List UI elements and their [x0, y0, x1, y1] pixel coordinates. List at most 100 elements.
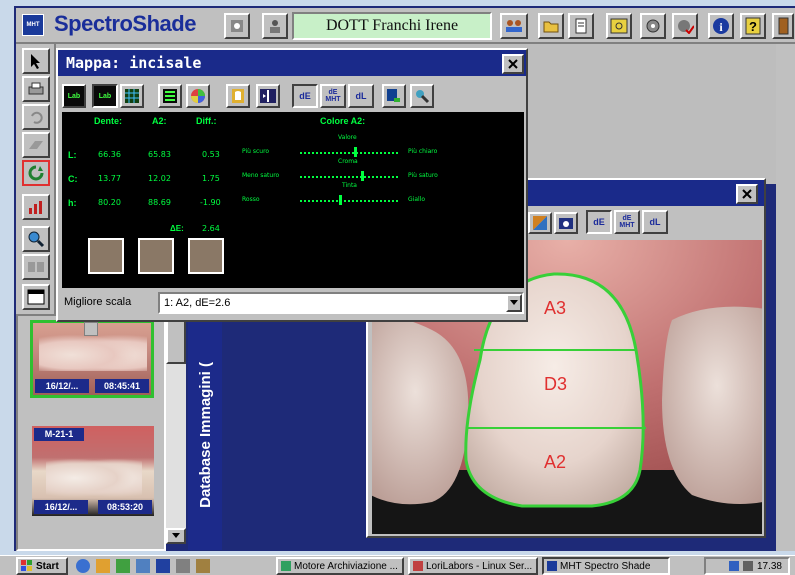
- network-icon[interactable]: [728, 561, 739, 571]
- doctor-name-field: DOTT Franchi Irene: [292, 12, 492, 40]
- chart-icon: [29, 201, 42, 214]
- document-icon: [575, 18, 587, 34]
- lab-button-2[interactable]: Lab: [92, 84, 118, 108]
- mappa-titlebar: Mappa: incisale: [58, 50, 526, 76]
- print-tool[interactable]: [22, 76, 50, 102]
- export-icon: [387, 89, 400, 102]
- scan-settings-button[interactable]: [640, 13, 666, 39]
- help-button[interactable]: ?: [740, 13, 766, 39]
- desktop-icon[interactable]: [116, 559, 130, 573]
- info-button[interactable]: i: [708, 13, 734, 39]
- clock[interactable]: 17.38: [757, 561, 782, 572]
- app-icon: [413, 561, 423, 571]
- tooth-toolbar-dl-button[interactable]: dL: [642, 210, 668, 234]
- exit-button[interactable]: [772, 13, 794, 39]
- mappa-window: Mappa: incisale Lab Lab dE dE MHT dL Den…: [56, 48, 528, 322]
- task-motore[interactable]: Motore Archiviazione ...: [276, 557, 404, 575]
- doctor-icon: [270, 20, 280, 33]
- scroll-down-button[interactable]: [166, 528, 186, 544]
- task-spectroshade[interactable]: MHT Spectro Shade: [542, 557, 670, 575]
- app-title: SpectroShade: [54, 11, 196, 36]
- mappa-data-panel: Dente: A2: Diff.: Colore A2: L: 66.36 65…: [62, 112, 524, 288]
- compare-tool[interactable]: [22, 254, 50, 280]
- svg-text:?: ?: [749, 19, 757, 34]
- best-scale-select[interactable]: 1: A2, dE=2.6: [158, 292, 524, 314]
- tooth-toolbar-photo-button[interactable]: [554, 212, 578, 234]
- eraser-tool[interactable]: [22, 132, 50, 158]
- magnifier-tool[interactable]: [22, 226, 50, 252]
- undo-icon: [31, 111, 43, 124]
- de-mht-button[interactable]: dE MHT: [320, 84, 346, 108]
- export-button[interactable]: [382, 84, 406, 108]
- volume-icon[interactable]: [742, 561, 753, 571]
- task-lorilabors[interactable]: LoriLabors - Linux Ser...: [408, 557, 538, 575]
- tooth-toolbar-color-button[interactable]: [528, 212, 552, 234]
- color-wheel-icon: [191, 89, 205, 103]
- best-scale-dropdown-button[interactable]: [506, 294, 522, 312]
- thumbnail-scrollbar[interactable]: [166, 320, 186, 544]
- document-button[interactable]: [568, 13, 594, 39]
- collapse-tab[interactable]: [84, 322, 98, 336]
- row-c-marker: [360, 171, 364, 181]
- doctor-button[interactable]: [262, 13, 288, 39]
- patient-scan-button[interactable]: [224, 13, 250, 39]
- open-folder-button[interactable]: [538, 13, 564, 39]
- swatch-a2: [138, 238, 174, 274]
- row-l-diff: 0.53: [202, 150, 220, 159]
- pointer-tool[interactable]: [22, 48, 50, 74]
- dl-button[interactable]: dL: [348, 84, 374, 108]
- list-button[interactable]: [158, 84, 182, 108]
- thumbnail-time: 08:45:41: [95, 379, 149, 393]
- row-l-a2: 65.83: [148, 150, 171, 159]
- folder-icon: [543, 21, 559, 33]
- quick-launch: [76, 558, 266, 574]
- split-view-icon: [260, 89, 276, 103]
- browser-icon[interactable]: [76, 559, 90, 573]
- scroll-thumb[interactable]: [166, 320, 186, 364]
- row-l-left-label: Più scuro: [242, 148, 270, 155]
- people-button[interactable]: [500, 13, 528, 39]
- start-button[interactable]: Start: [16, 557, 68, 575]
- row-l-dente: 66.36: [98, 150, 121, 159]
- row-c-dente: 13.77: [98, 174, 121, 183]
- thumbnail-teeth: [46, 456, 142, 500]
- header-diff: Diff.:: [196, 116, 217, 126]
- tool-icon[interactable]: [196, 559, 210, 573]
- chevron-down-icon: [510, 300, 518, 305]
- refresh-tool[interactable]: [22, 160, 50, 186]
- undo-tool[interactable]: [22, 104, 50, 130]
- word-icon[interactable]: [156, 559, 170, 573]
- row-h-diff: -1.90: [200, 198, 221, 207]
- swatch-diff: [188, 238, 224, 274]
- window-tool[interactable]: [22, 284, 50, 310]
- tooth-toolbar-de-mht-button[interactable]: dE MHT: [614, 210, 640, 234]
- camera-icon: [559, 218, 573, 229]
- pick-button[interactable]: [410, 84, 434, 108]
- tooth-button[interactable]: [226, 84, 250, 108]
- tooth-icon: [232, 89, 244, 103]
- top-toolbar: MHT SpectroShade DOTT Franchi Irene i ?: [16, 8, 795, 44]
- thumbnail-2[interactable]: M-21-1 16/12/... 08:53:20: [32, 426, 154, 516]
- compare-icon: [28, 262, 44, 272]
- settings-check-button[interactable]: [672, 13, 698, 39]
- pointer-icon: [31, 54, 40, 69]
- print-icon: [28, 82, 44, 95]
- mappa-close-button[interactable]: [502, 54, 524, 74]
- mail-icon[interactable]: [176, 559, 190, 573]
- row-h-left-label: Rosso: [242, 196, 260, 203]
- search-window-button[interactable]: [606, 13, 632, 39]
- split-view-button[interactable]: [256, 84, 280, 108]
- grid-button[interactable]: [120, 84, 144, 108]
- color-wheel-button[interactable]: [186, 84, 210, 108]
- close-icon: [742, 189, 752, 199]
- outlook-icon[interactable]: [96, 559, 110, 573]
- tooth-window-close-button[interactable]: [736, 184, 758, 204]
- channels-icon[interactable]: [136, 559, 150, 573]
- chart-tool[interactable]: [22, 194, 50, 220]
- de-button[interactable]: dE: [292, 84, 318, 108]
- lab-button-1[interactable]: Lab: [62, 84, 86, 108]
- row-l-top-label: Valore: [338, 134, 357, 141]
- row-h-scale: [300, 200, 398, 202]
- tooth-toolbar-de-button[interactable]: dE: [586, 210, 612, 234]
- row-c-left-label: Meno saturo: [242, 172, 280, 179]
